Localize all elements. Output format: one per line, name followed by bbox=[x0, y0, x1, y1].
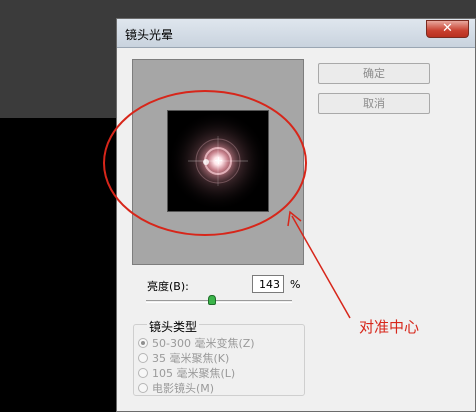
flare-preview-thumbnail[interactable]: + bbox=[167, 110, 269, 212]
brightness-slider-track[interactable] bbox=[146, 300, 292, 303]
brightness-slider-thumb[interactable] bbox=[208, 295, 216, 305]
ok-button[interactable]: 确定 bbox=[318, 63, 430, 84]
lens-radio-50-300[interactable]: 50-300 毫米变焦(Z) bbox=[138, 335, 255, 351]
dialog-title: 镜头光晕 bbox=[125, 28, 174, 42]
brightness-unit: % bbox=[290, 278, 301, 291]
close-icon: ✕ bbox=[442, 21, 453, 36]
dialog-titlebar[interactable]: 镜头光晕 ✕ bbox=[117, 19, 475, 48]
close-button[interactable]: ✕ bbox=[426, 20, 469, 38]
radio-icon bbox=[138, 353, 148, 363]
flare-preview-frame: + bbox=[132, 59, 304, 265]
annotation-label: 对准中心 bbox=[357, 316, 422, 337]
radio-icon bbox=[138, 368, 148, 378]
lens-radio-105[interactable]: 105 毫米聚焦(L) bbox=[138, 365, 235, 381]
flare-center-crosshair[interactable]: + bbox=[214, 155, 223, 166]
lens-radio-label: 105 毫米聚焦(L) bbox=[152, 367, 236, 380]
lens-radio-label: 50-300 毫米变焦(Z) bbox=[152, 337, 255, 350]
lens-radio-label: 电影镜头(M) bbox=[152, 382, 215, 395]
lens-type-group-title: 镜头类型 bbox=[147, 318, 200, 335]
lens-radio-label: 35 毫米聚焦(K) bbox=[152, 352, 230, 365]
brightness-label: 亮度(B): bbox=[147, 280, 189, 293]
radio-icon bbox=[138, 383, 148, 393]
cancel-button[interactable]: 取消 bbox=[318, 93, 430, 114]
lens-radio-35[interactable]: 35 毫米聚焦(K) bbox=[138, 350, 229, 366]
lens-radio-movie[interactable]: 电影镜头(M) bbox=[138, 380, 214, 396]
brightness-input[interactable] bbox=[252, 275, 284, 293]
lens-flare-dialog: 镜头光晕 ✕ + 确定 取消 亮度(B): 143 % 镜头类型 50-300 … bbox=[116, 18, 476, 412]
radio-selected-icon bbox=[138, 338, 148, 348]
